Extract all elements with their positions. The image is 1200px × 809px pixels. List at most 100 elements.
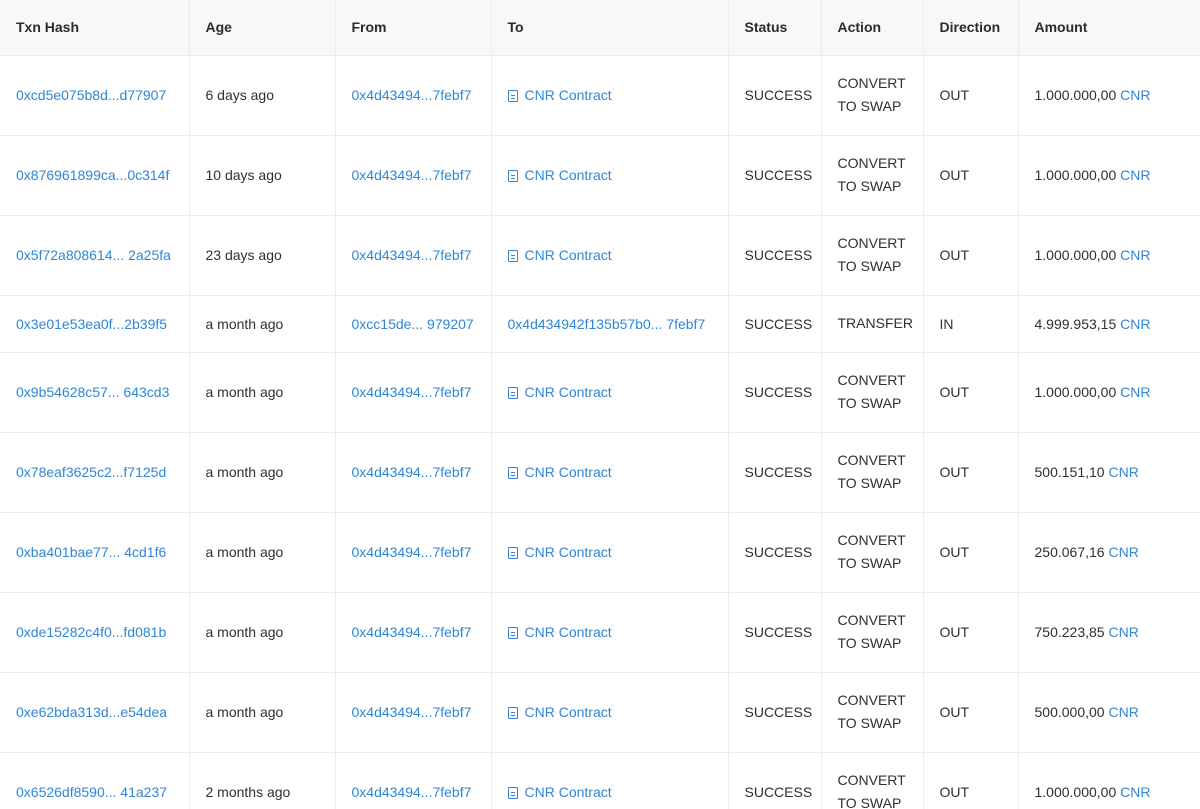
token-link[interactable]: CNR xyxy=(1108,464,1138,480)
token-link[interactable]: CNR xyxy=(1120,247,1150,263)
document-icon xyxy=(507,547,518,559)
document-icon xyxy=(507,707,518,719)
age-cell: a month ago xyxy=(189,672,336,753)
txn-hash-cell: 0xe62bda313d...e54dea xyxy=(0,672,190,753)
amount-value: 1.000.000,00 xyxy=(1034,247,1117,263)
to-cell: CNR Contract xyxy=(491,432,729,513)
action-cell: CONVERT TO SWAP xyxy=(821,432,924,513)
action-cell: CONVERT TO SWAP xyxy=(821,752,924,809)
from-cell: 0x4d43494...7febf7 xyxy=(335,352,492,433)
from-link[interactable]: 0x4d43494...7febf7 xyxy=(352,704,472,720)
txn-hash-link[interactable]: 0xba401bae77... 4cd1f6 xyxy=(16,544,166,560)
transactions-body: 0xcd5e075b8d...d77907 6 days ago 0x4d43494… xyxy=(0,55,1200,809)
txn-hash-link[interactable]: 0xcd5e075b8d...d77907 xyxy=(16,87,166,103)
from-cell: 0x4d43494...7febf7 xyxy=(335,432,492,513)
to-label: CNR Contract xyxy=(524,87,612,103)
to-cell: CNR Contract xyxy=(491,592,729,673)
token-link[interactable]: CNR xyxy=(1120,87,1150,103)
transactions-table: Txn Hash Age From To Status Action Direc… xyxy=(0,0,1200,809)
column-header-txn-hash: Txn Hash xyxy=(0,0,190,56)
table-row: 0xcd5e075b8d...d77907 6 days ago 0x4d43494… xyxy=(0,55,1200,136)
from-link[interactable]: 0x4d43494...7febf7 xyxy=(352,624,472,640)
to-label: CNR Contract xyxy=(524,784,612,800)
token-link[interactable]: CNR xyxy=(1120,384,1150,400)
amount-value: 250.067,16 xyxy=(1034,544,1105,560)
txn-hash-link[interactable]: 0x3e01e53ea0f...2b39f5 xyxy=(16,316,167,332)
direction-cell: OUT xyxy=(923,55,1019,136)
from-link[interactable]: 0x4d43494...7febf7 xyxy=(352,247,472,263)
txn-hash-link[interactable]: 0x78eaf3625c2...f7125d xyxy=(16,464,166,480)
amount-cell: 500.151,10 CNR xyxy=(1018,432,1200,513)
status-cell: SUCCESS xyxy=(728,215,822,296)
to-link[interactable]: CNR Contract xyxy=(507,544,612,560)
to-label: CNR Contract xyxy=(524,624,612,640)
to-label: CNR Contract xyxy=(524,247,612,263)
txn-hash-cell: 0xde15282c4f0...fd081b xyxy=(0,592,190,673)
age-cell: a month ago xyxy=(189,432,336,513)
txn-hash-cell: 0x78eaf3625c2...f7125d xyxy=(0,432,190,513)
txn-hash-cell: 0x876961899ca...0c314f xyxy=(0,135,190,216)
to-cell: CNR Contract xyxy=(491,512,729,593)
from-link[interactable]: 0x4d43494...7febf7 xyxy=(352,87,472,103)
document-icon xyxy=(507,787,518,799)
direction-cell: OUT xyxy=(923,432,1019,513)
status-cell: SUCCESS xyxy=(728,752,822,809)
to-link[interactable]: CNR Contract xyxy=(507,704,612,720)
status-cell: SUCCESS xyxy=(728,295,822,353)
to-link[interactable]: CNR Contract xyxy=(507,464,612,480)
from-link[interactable]: 0x4d43494...7febf7 xyxy=(352,167,472,183)
to-link[interactable]: CNR Contract xyxy=(507,87,612,103)
to-cell: CNR Contract xyxy=(491,352,729,433)
from-link[interactable]: 0x4d43494...7febf7 xyxy=(352,544,472,560)
token-link[interactable]: CNR xyxy=(1108,704,1138,720)
action-cell: CONVERT TO SWAP xyxy=(821,592,924,673)
to-cell: CNR Contract xyxy=(491,215,729,296)
to-cell: CNR Contract xyxy=(491,752,729,809)
amount-cell: 1.000.000,00 CNR xyxy=(1018,215,1200,296)
from-cell: 0x4d43494...7febf7 xyxy=(335,55,492,136)
token-link[interactable]: CNR xyxy=(1120,167,1150,183)
from-link[interactable]: 0xcc15de... 979207 xyxy=(352,316,474,332)
amount-value: 500.000,00 xyxy=(1034,704,1105,720)
table-row: 0xe62bda313d...e54dea a month ago 0x4d4349… xyxy=(0,672,1200,753)
document-icon xyxy=(507,170,518,182)
action-cell: CONVERT TO SWAP xyxy=(821,672,924,753)
from-cell: 0x4d43494...7febf7 xyxy=(335,672,492,753)
age-cell: a month ago xyxy=(189,512,336,593)
token-link[interactable]: CNR xyxy=(1120,784,1150,800)
amount-cell: 1.000.000,00 CNR xyxy=(1018,55,1200,136)
token-link[interactable]: CNR xyxy=(1108,544,1138,560)
to-link[interactable]: CNR Contract xyxy=(507,624,612,640)
from-cell: 0x4d43494...7febf7 xyxy=(335,752,492,809)
txn-hash-cell: 0x5f72a808614... 2a25fa xyxy=(0,215,190,296)
amount-value: 1.000.000,00 xyxy=(1034,87,1117,103)
amount-cell: 250.067,16 CNR xyxy=(1018,512,1200,593)
token-link[interactable]: CNR xyxy=(1108,624,1138,640)
to-link[interactable]: 0x4d434942f135b57b0... 7febf7 xyxy=(508,316,706,332)
token-link[interactable]: CNR xyxy=(1120,316,1150,332)
from-link[interactable]: 0x4d43494...7febf7 xyxy=(352,784,472,800)
to-link[interactable]: CNR Contract xyxy=(507,247,612,263)
txn-hash-link[interactable]: 0x9b54628c57... 643cd3 xyxy=(16,384,169,400)
table-row: 0x876961899ca...0c314f 10 days ago 0x4d434… xyxy=(0,135,1200,216)
txn-hash-link[interactable]: 0xe62bda313d...e54dea xyxy=(16,704,167,720)
to-link[interactable]: CNR Contract xyxy=(507,384,612,400)
table-row: 0x3e01e53ea0f...2b39f5 a month ago 0xcc15d… xyxy=(0,295,1200,353)
document-icon xyxy=(507,90,518,102)
to-label: CNR Contract xyxy=(524,544,612,560)
column-header-action: Action xyxy=(821,0,924,56)
txn-hash-link[interactable]: 0x876961899ca...0c314f xyxy=(16,167,169,183)
from-link[interactable]: 0x4d43494...7febf7 xyxy=(352,464,472,480)
txn-hash-link[interactable]: 0x6526df8590... 41a237 xyxy=(16,784,167,800)
txn-hash-cell: 0x3e01e53ea0f...2b39f5 xyxy=(0,295,190,353)
amount-value: 1.000.000,00 xyxy=(1034,384,1117,400)
direction-cell: OUT xyxy=(923,135,1019,216)
to-link[interactable]: CNR Contract xyxy=(507,784,612,800)
action-cell: TRANSFER xyxy=(821,295,924,353)
from-cell: 0x4d43494...7febf7 xyxy=(335,215,492,296)
age-cell: a month ago xyxy=(189,592,336,673)
txn-hash-link[interactable]: 0x5f72a808614... 2a25fa xyxy=(16,247,171,263)
from-link[interactable]: 0x4d43494...7febf7 xyxy=(352,384,472,400)
txn-hash-link[interactable]: 0xde15282c4f0...fd081b xyxy=(16,624,166,640)
to-link[interactable]: CNR Contract xyxy=(507,167,612,183)
